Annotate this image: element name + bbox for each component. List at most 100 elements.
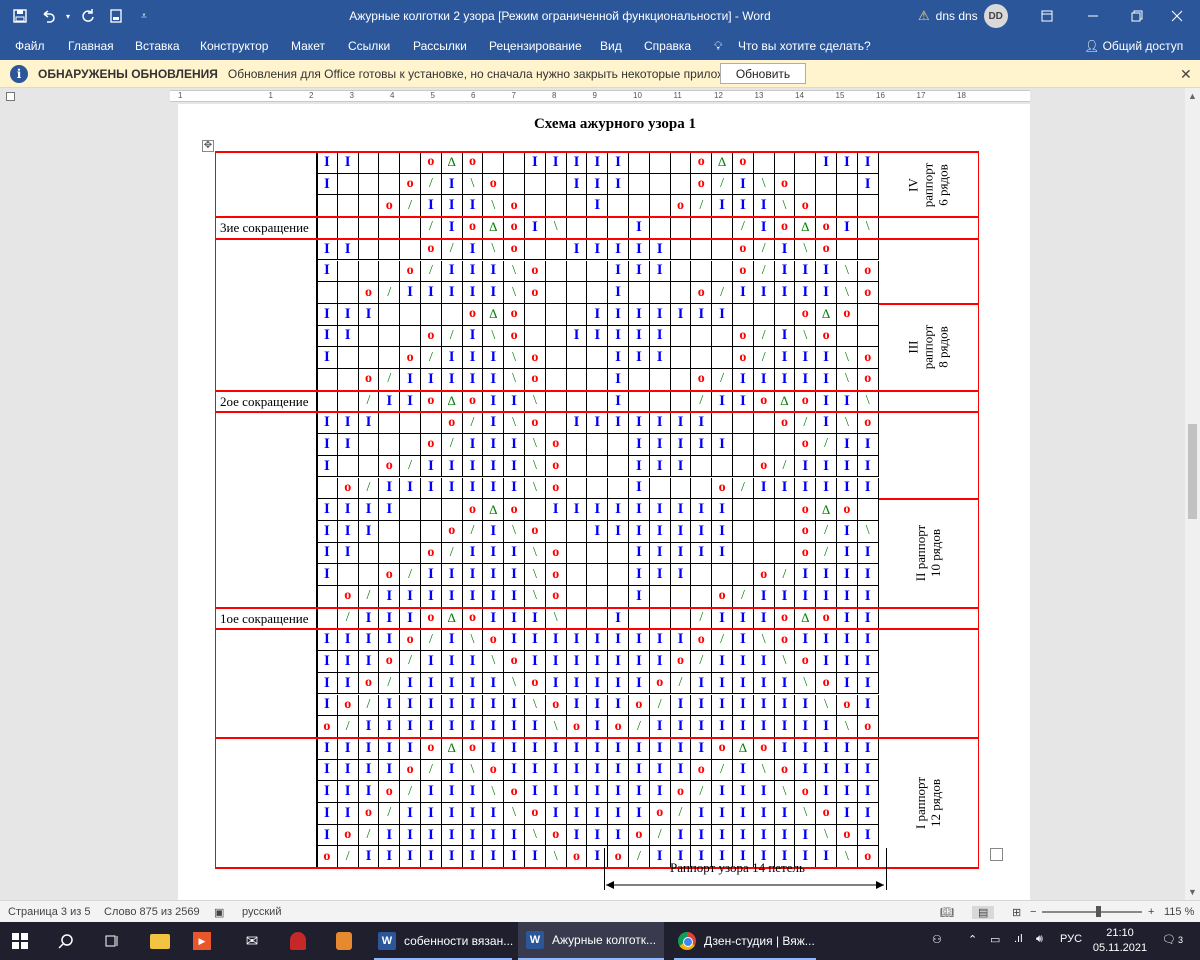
chart-cell[interactable]: o	[545, 586, 567, 608]
chart-cell[interactable]: o	[337, 694, 359, 717]
chart-cell[interactable]: I	[816, 152, 837, 174]
chart-cell[interactable]: I	[733, 173, 754, 196]
chart-cell[interactable]	[400, 325, 421, 348]
chart-cell[interactable]: o	[317, 846, 338, 869]
chart-cell[interactable]: I	[629, 781, 650, 803]
chart-cell[interactable]	[545, 520, 567, 543]
chart-cell[interactable]: I	[587, 781, 609, 803]
chart-cell[interactable]: o	[483, 173, 505, 196]
chart-cell[interactable]: I	[358, 629, 380, 652]
chart-cell[interactable]: I	[587, 499, 609, 521]
chart-cell[interactable]	[649, 173, 671, 196]
chart-cell[interactable]: o	[545, 694, 567, 717]
chart-cell[interactable]: /	[358, 694, 380, 717]
chart-cell[interactable]: I	[774, 694, 796, 717]
chart-cell[interactable]: I	[857, 803, 879, 825]
chart-cell[interactable]	[837, 195, 858, 218]
chart-cell[interactable]: I	[837, 455, 858, 478]
chart-cell[interactable]	[670, 217, 692, 239]
chart-cell[interactable]: I	[774, 737, 796, 760]
chart-cell[interactable]: I	[629, 564, 650, 586]
chart-cell[interactable]: I	[441, 195, 463, 218]
chart-cell[interactable]: I	[337, 499, 359, 521]
chart-cell[interactable]: Δ	[774, 390, 796, 413]
chart-cell[interactable]	[691, 217, 713, 239]
chart-cell[interactable]	[857, 325, 879, 348]
chart-cell[interactable]: /	[421, 260, 442, 283]
chart-cell[interactable]: I	[649, 238, 671, 261]
chart-cell[interactable]	[379, 260, 401, 283]
chart-cell[interactable]: I	[337, 303, 359, 326]
chart-cell[interactable]: /	[441, 542, 463, 565]
chart-cell[interactable]: I	[837, 672, 858, 695]
tab-design[interactable]: Конструктор	[200, 39, 268, 53]
chart-cell[interactable]	[691, 586, 713, 608]
chart-cell[interactable]: I	[587, 737, 609, 760]
chart-cell[interactable]	[337, 390, 359, 413]
chart-cell[interactable]: o	[795, 651, 817, 673]
chart-cell[interactable]: I	[545, 651, 567, 673]
chart-cell[interactable]: I	[629, 412, 650, 435]
chart-cell[interactable]	[795, 152, 817, 174]
chart-cell[interactable]: o	[545, 455, 567, 478]
tab-view[interactable]: Вид	[600, 39, 622, 53]
chart-cell[interactable]	[317, 390, 338, 413]
chart-cell[interactable]: I	[753, 477, 775, 500]
print-layout-icon[interactable]: ▤	[972, 906, 995, 919]
chart-cell[interactable]: o	[795, 781, 817, 803]
chart-cell[interactable]: I	[337, 542, 359, 565]
chart-cell[interactable]: o	[421, 238, 442, 261]
chart-cell[interactable]	[545, 347, 567, 369]
chart-cell[interactable]: o	[774, 412, 796, 435]
share-button[interactable]: 👤︎ Общий доступ	[1084, 39, 1183, 53]
chart-cell[interactable]	[670, 260, 692, 283]
chart-cell[interactable]: I	[816, 477, 837, 500]
chart-cell[interactable]: I	[483, 607, 505, 630]
chart-cell[interactable]: /	[462, 412, 484, 435]
chart-cell[interactable]: o	[441, 520, 463, 543]
chart-cell[interactable]: I	[566, 412, 588, 435]
chart-cell[interactable]: I	[504, 542, 525, 565]
chart-cell[interactable]: I	[774, 803, 796, 825]
chart-cell[interactable]: I	[587, 846, 609, 869]
chart-cell[interactable]: I	[462, 434, 484, 456]
chart-cell[interactable]: I	[525, 716, 546, 738]
chart-cell[interactable]: I	[317, 455, 338, 478]
taskbar-app-chrome[interactable]: Дзен-студия | Вяж...	[670, 922, 820, 960]
tab-insert[interactable]: Вставка	[135, 39, 180, 53]
chart-cell[interactable]: \	[816, 694, 837, 717]
chart-cell[interactable]: I	[545, 672, 567, 695]
chart-cell[interactable]: I	[317, 629, 338, 652]
chart-cell[interactable]: o	[421, 152, 442, 174]
chart-cell[interactable]: I	[753, 716, 775, 738]
chart-cell[interactable]: I	[400, 390, 421, 413]
chart-cell[interactable]: I	[337, 803, 359, 825]
chart-cell[interactable]	[587, 282, 609, 304]
chart-cell[interactable]: Δ	[483, 217, 505, 239]
tab-file[interactable]: Файл	[15, 39, 45, 53]
chart-cell[interactable]: I	[525, 759, 546, 782]
chart-cell[interactable]: \	[462, 629, 484, 652]
chart-cell[interactable]: o	[421, 434, 442, 456]
chart-cell[interactable]: I	[629, 238, 650, 261]
table-resize-handle[interactable]	[990, 848, 1003, 861]
customize-qat-button[interactable]: ⩡	[130, 2, 158, 30]
chart-cell[interactable]: \	[753, 173, 775, 196]
chart-cell[interactable]: I	[712, 390, 733, 413]
chart-cell[interactable]: /	[733, 477, 754, 500]
chart-cell[interactable]: I	[379, 846, 401, 869]
chart-cell[interactable]	[587, 260, 609, 283]
chart-cell[interactable]: Δ	[441, 607, 463, 630]
chart-cell[interactable]: I	[857, 672, 879, 695]
chart-cell[interactable]: o	[857, 369, 879, 391]
chart-cell[interactable]: I	[629, 759, 650, 782]
chart-cell[interactable]: o	[421, 607, 442, 630]
chart-cell[interactable]: I	[379, 499, 401, 521]
chart-cell[interactable]: I	[670, 434, 692, 456]
chart-cell[interactable]: I	[712, 781, 733, 803]
chart-cell[interactable]: I	[483, 412, 505, 435]
chart-cell[interactable]	[421, 412, 442, 435]
chart-cell[interactable]	[670, 347, 692, 369]
chart-cell[interactable]: I	[712, 824, 733, 847]
chart-cell[interactable]: o	[317, 716, 338, 738]
